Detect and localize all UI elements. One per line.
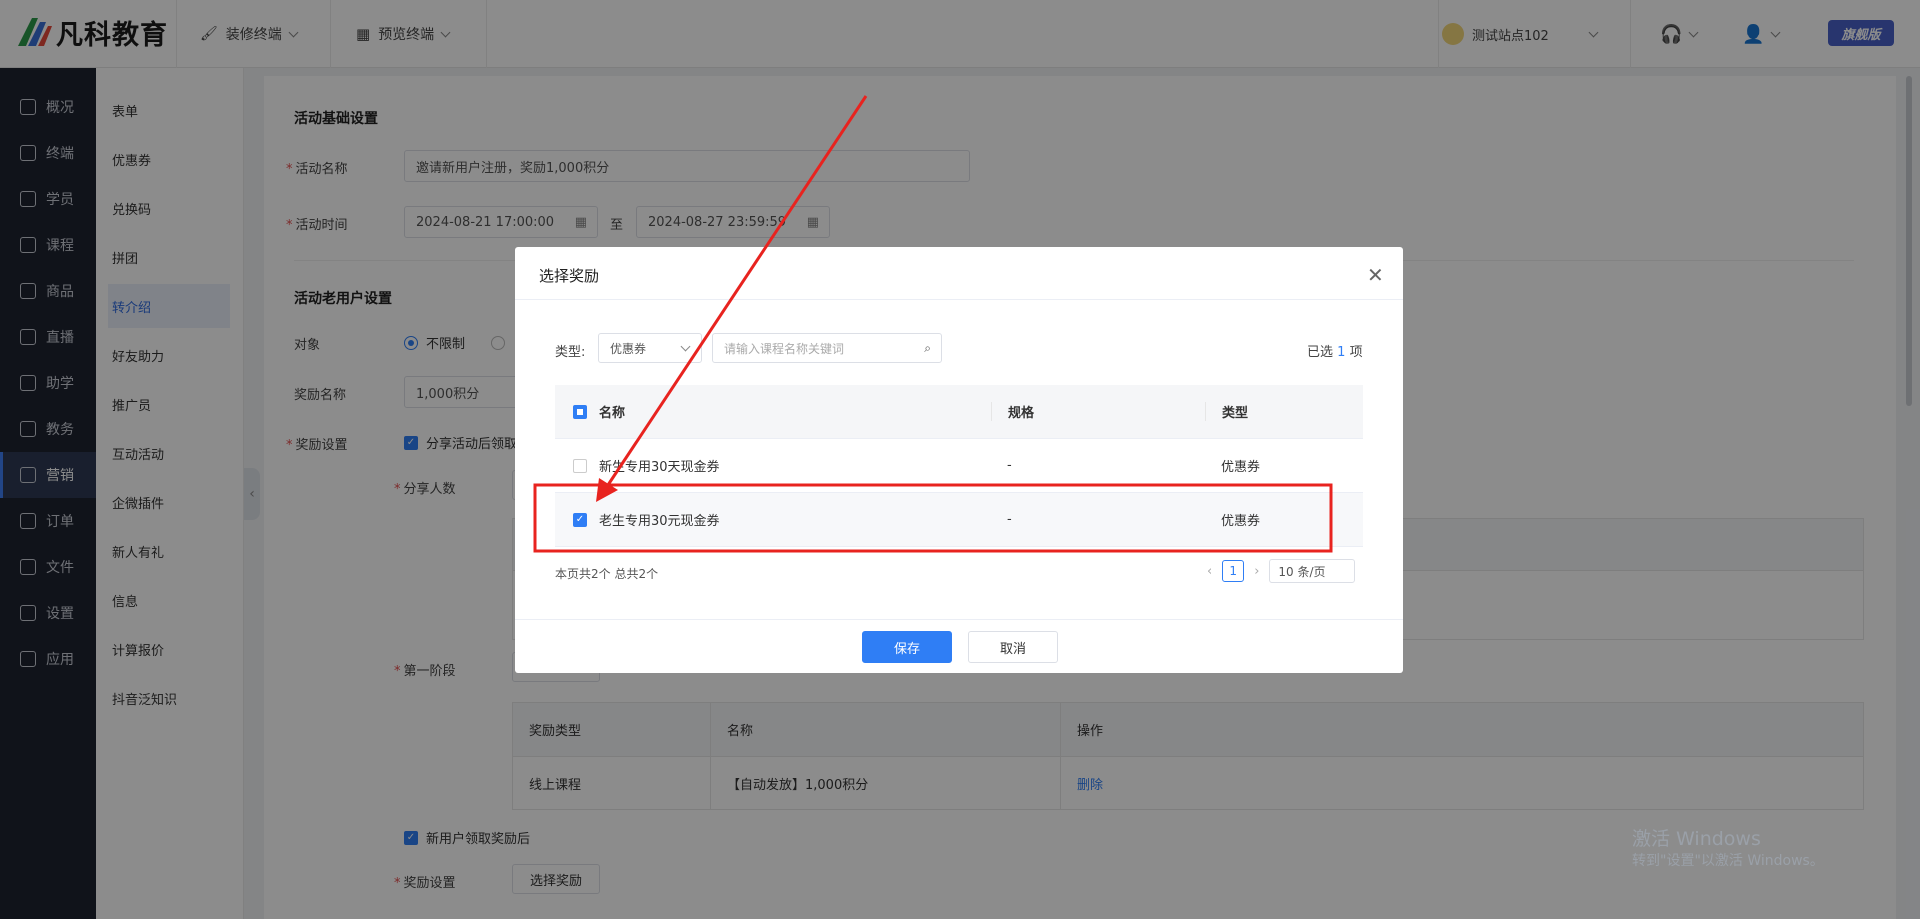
arrow-head-icon — [596, 478, 618, 502]
windows-watermark: 激活 Windows — [1632, 828, 1761, 850]
windows-watermark-sub: 转到"设置"以激活 Windows。 — [1632, 853, 1824, 869]
annotation-overlay — [533, 95, 1333, 553]
highlight-box — [533, 483, 1333, 553]
arrow-line — [604, 95, 868, 489]
